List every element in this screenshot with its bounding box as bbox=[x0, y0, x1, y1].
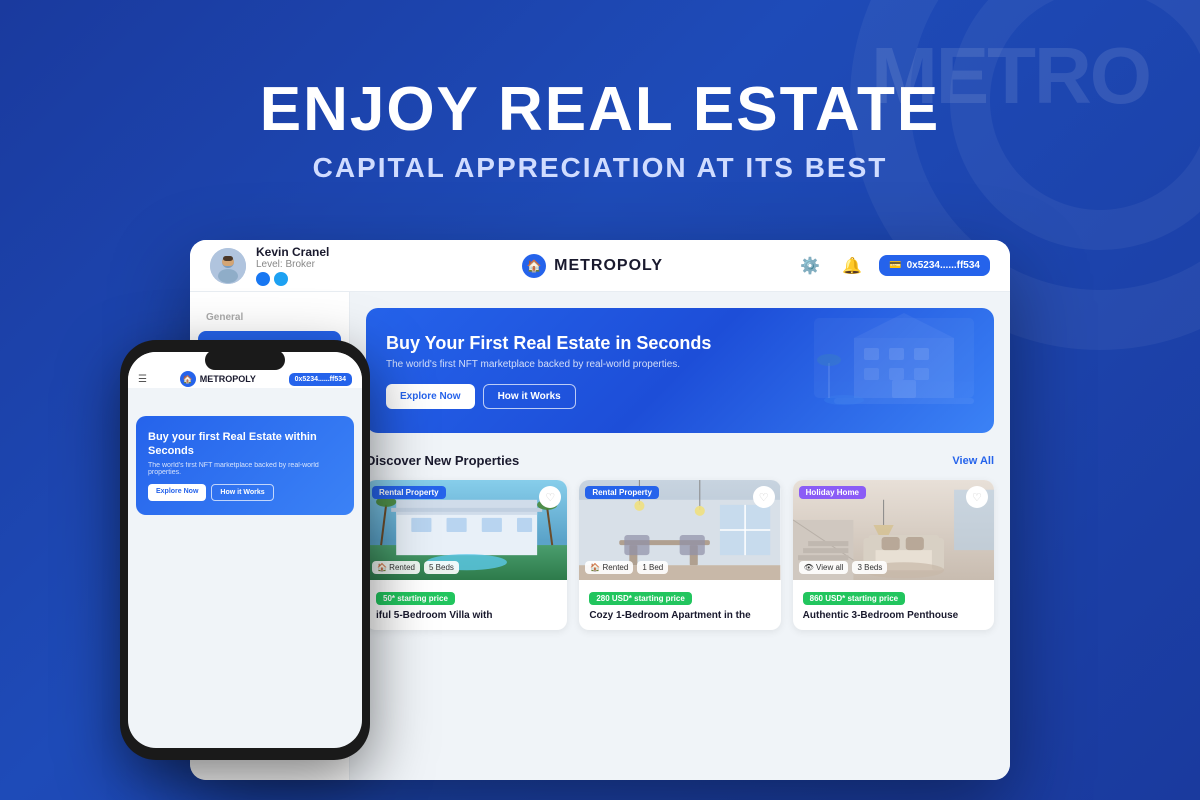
price-badge-2: 280 USD* starting price bbox=[589, 592, 691, 605]
phone-wallet-button[interactable]: 0x5234......ff534 bbox=[289, 373, 352, 386]
logo-text: METROPOLY bbox=[554, 257, 663, 275]
view-badge-3: 👁 View all bbox=[799, 561, 849, 574]
logo-icon: 🏠 bbox=[522, 254, 546, 278]
nav-actions: ⚙️ 🔔 💳 0x5234......ff534 bbox=[795, 251, 990, 281]
property-image-3: Holiday Home ♡ 👁 View all 3 Beds bbox=[793, 480, 994, 580]
user-info: Kevin Cranel Level: Broker bbox=[210, 245, 390, 286]
avatar bbox=[210, 248, 246, 284]
howit-button[interactable]: How it Works bbox=[483, 384, 576, 409]
hero-subtitle: CAPITAL APPRECIATION AT ITS BEST bbox=[313, 152, 888, 184]
property-name-2: Cozy 1-Bedroom Apartment in the bbox=[589, 609, 770, 622]
property-card-1: Rental Property ♡ 🏠 Rented 5 Beds 50* st… bbox=[366, 480, 567, 630]
wallet-address: 0x5234......ff534 bbox=[907, 260, 980, 271]
property-info-2: 280 USD* starting price Cozy 1-Bedroom A… bbox=[579, 580, 780, 630]
banner-title: Buy Your First Real Estate in Seconds bbox=[386, 332, 974, 355]
banner-buttons: Explore Now How it Works bbox=[386, 384, 974, 409]
phone-howit-button[interactable]: How it Works bbox=[211, 484, 273, 501]
property-tag-1: Rental Property bbox=[372, 486, 446, 499]
top-nav: Kevin Cranel Level: Broker 🏠 METROPOLY ⚙… bbox=[190, 240, 1010, 292]
property-image-1: Rental Property ♡ 🏠 Rented 5 Beds bbox=[366, 480, 567, 580]
phone-banner-title: Buy your first Real Estate within Second… bbox=[148, 430, 342, 459]
property-card-2: Rental Property ♡ 🏠 Rented 1 Bed 280 USD… bbox=[579, 480, 780, 630]
phone-notch bbox=[205, 350, 285, 370]
phone-banner-subtitle: The world's first NFT marketplace backed… bbox=[148, 462, 342, 476]
price-badge-3: 860 USD* starting price bbox=[803, 592, 905, 605]
notifications-button[interactable]: 🔔 bbox=[837, 251, 867, 281]
wallet-button[interactable]: 💳 0x5234......ff534 bbox=[879, 255, 990, 276]
wallet-icon: 💳 bbox=[889, 260, 901, 271]
social-icons bbox=[256, 272, 329, 286]
property-name-3: Authentic 3-Bedroom Penthouse bbox=[803, 609, 984, 622]
phone-banner: Buy your first Real Estate within Second… bbox=[136, 416, 354, 515]
property-info-3: 860 USD* starting price Authentic 3-Bedr… bbox=[793, 580, 994, 630]
general-label: General bbox=[190, 308, 349, 331]
phone-logo-text: METROPOLY bbox=[200, 374, 256, 384]
phone-logo-area: 🏠 METROPOLY bbox=[180, 371, 256, 387]
banner-text: Buy Your First Real Estate in Seconds Th… bbox=[386, 332, 974, 409]
property-tag-2: Rental Property bbox=[585, 486, 659, 499]
hero-banner: Buy Your First Real Estate in Seconds Th… bbox=[366, 308, 994, 433]
beds-badge-3: 3 Beds bbox=[852, 561, 887, 574]
settings-button[interactable]: ⚙️ bbox=[795, 251, 825, 281]
rented-badge-1: 🏠 Rented bbox=[372, 561, 420, 574]
section-title: Discover New Properties bbox=[366, 453, 519, 468]
user-details: Kevin Cranel Level: Broker bbox=[256, 245, 329, 286]
phone-spacer bbox=[128, 388, 362, 408]
phone-logo-icon: 🏠 bbox=[180, 371, 196, 387]
favorite-button-2[interactable]: ♡ bbox=[753, 486, 775, 508]
beds-badge-2: 1 Bed bbox=[637, 561, 668, 574]
property-stats-3: 👁 View all 3 Beds bbox=[799, 561, 888, 574]
facebook-icon bbox=[256, 272, 270, 286]
section-header: Discover New Properties View All bbox=[366, 453, 994, 468]
hero-title: ENJOY REAL ESTATE bbox=[260, 76, 941, 144]
property-tag-3: Holiday Home bbox=[799, 486, 866, 499]
property-stats-2: 🏠 Rented 1 Bed bbox=[585, 561, 668, 574]
banner-subtitle: The world's first NFT marketplace backed… bbox=[386, 359, 974, 370]
twitter-icon bbox=[274, 272, 288, 286]
phone-screen: ☰ 🏠 METROPOLY 0x5234......ff534 Buy your… bbox=[128, 352, 362, 748]
properties-grid: Rental Property ♡ 🏠 Rented 5 Beds 50* st… bbox=[366, 480, 994, 630]
property-info-1: 50* starting price iful 5-Bedroom Villa … bbox=[366, 580, 567, 630]
price-badge-1: 50* starting price bbox=[376, 592, 455, 605]
rented-badge-2: 🏠 Rented bbox=[585, 561, 633, 574]
property-image-2: Rental Property ♡ 🏠 Rented 1 Bed bbox=[579, 480, 780, 580]
property-card-3: Holiday Home ♡ 👁 View all 3 Beds 860 USD… bbox=[793, 480, 994, 630]
phone-banner-buttons: Explore Now How it Works bbox=[148, 484, 342, 501]
content-area: Buy Your First Real Estate in Seconds Th… bbox=[350, 292, 1010, 780]
view-all-link[interactable]: View All bbox=[952, 455, 994, 467]
phone-explore-button[interactable]: Explore Now bbox=[148, 484, 206, 501]
phone-frame: ☰ 🏠 METROPOLY 0x5234......ff534 Buy your… bbox=[120, 340, 370, 760]
user-name: Kevin Cranel bbox=[256, 245, 329, 259]
property-stats-1: 🏠 Rented 5 Beds bbox=[372, 561, 459, 574]
user-level: Level: Broker bbox=[256, 259, 329, 270]
property-name-1: iful 5-Bedroom Villa with bbox=[376, 609, 557, 622]
beds-badge-1: 5 Beds bbox=[424, 561, 459, 574]
logo-area: 🏠 METROPOLY bbox=[390, 254, 795, 278]
phone-mockup: ☰ 🏠 METROPOLY 0x5234......ff534 Buy your… bbox=[120, 340, 370, 760]
hero-section: ENJOY REAL ESTATE CAPITAL APPRECIATION A… bbox=[0, 0, 1200, 260]
explore-button[interactable]: Explore Now bbox=[386, 384, 475, 409]
phone-menu-icon: ☰ bbox=[138, 374, 147, 385]
